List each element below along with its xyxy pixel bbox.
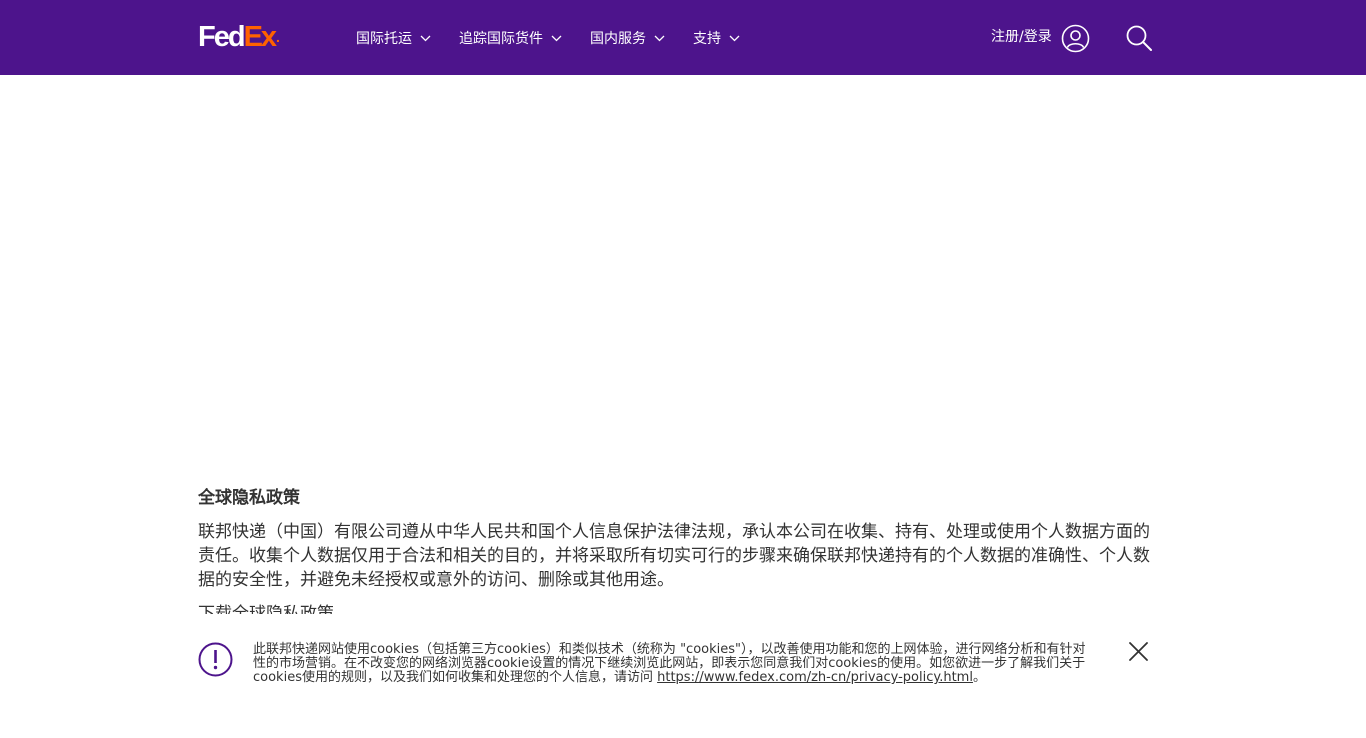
chevron-down-icon (551, 35, 562, 41)
page-title: 全球隐私政策 (198, 488, 300, 508)
chevron-down-icon (420, 35, 431, 41)
privacy-policy-link[interactable]: https://www.fedex.com/zh-cn/privacy-poli… (657, 670, 973, 685)
close-icon[interactable] (1128, 641, 1149, 662)
privacy-intro-paragraph: 联邦快递（中国）有限公司遵从中华人民共和国个人信息保护法律法规，承认本公司在收集… (198, 522, 1150, 590)
cookie-text-end: 。 (972, 670, 986, 685)
chevron-down-icon (729, 35, 740, 41)
logo-dot: . (276, 29, 280, 45)
login-link[interactable]: 注册/登录 (991, 27, 1052, 47)
nav-international-shipping[interactable]: 国际托运 (356, 27, 431, 49)
nav-label: 国际托运 (356, 31, 412, 47)
fedex-logo[interactable]: Fed Ex. (198, 21, 280, 53)
user-icon[interactable] (1061, 24, 1090, 53)
download-privacy-policy-link[interactable]: 下载全球隐私政策 (198, 602, 334, 614)
nav-domestic-services[interactable]: 国内服务 (590, 27, 665, 49)
nav-support[interactable]: 支持 (693, 27, 740, 49)
alert-icon (198, 642, 233, 677)
top-header: Fed Ex. 国际托运 追踪国际货件 国内服务 支持 注册/登录 (0, 0, 1366, 75)
nav-label: 国内服务 (590, 31, 646, 47)
logo-fed: Fed (198, 21, 246, 53)
nav-track-shipment[interactable]: 追踪国际货件 (459, 27, 562, 49)
nav-label: 追踪国际货件 (459, 31, 543, 47)
logo-ex: Ex (243, 21, 278, 53)
nav-label: 支持 (693, 31, 721, 47)
chevron-down-icon (654, 35, 665, 41)
cookie-banner-text: 此联邦快递网站使用cookies（包括第三方cookies）和类似技术（统称为 … (253, 643, 1093, 685)
search-icon[interactable] (1125, 24, 1153, 52)
